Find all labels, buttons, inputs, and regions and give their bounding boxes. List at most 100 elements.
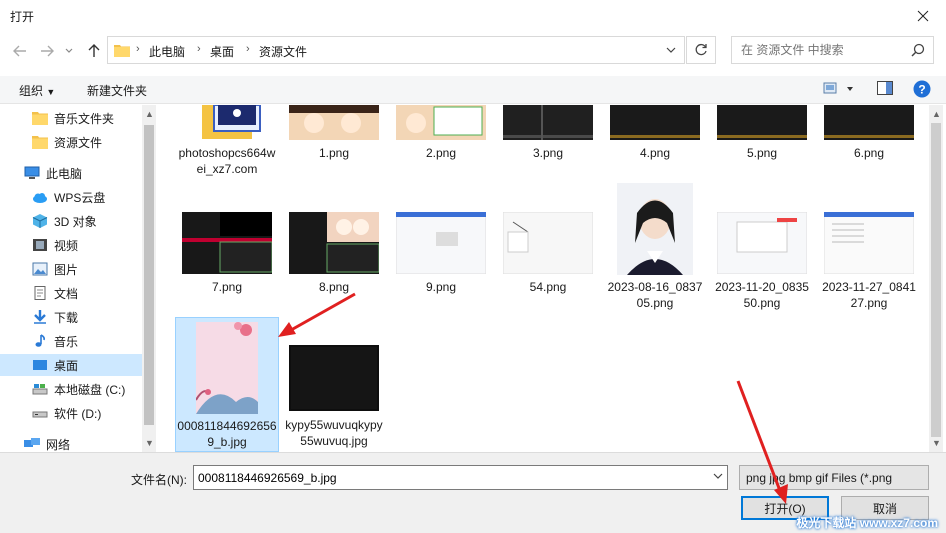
search-icon: [911, 43, 925, 57]
file-item[interactable]: 7.png: [177, 183, 277, 303]
nav-item-downloads[interactable]: 下载: [0, 306, 142, 328]
image-thumbnail: [182, 212, 272, 274]
nav-item-desktop[interactable]: 桌面: [0, 354, 142, 376]
scrollbar-thumb[interactable]: [931, 123, 941, 437]
filename-label: 文件名(N):: [131, 473, 187, 487]
image-thumbnail: [289, 345, 379, 411]
scroll-down-icon[interactable]: ▼: [145, 438, 154, 448]
file-item[interactable]: photoshopcs664wei_xz7.com: [177, 105, 277, 185]
chevron-down-icon: [713, 473, 723, 479]
search-input[interactable]: [732, 37, 902, 63]
content-scrollbar[interactable]: ▲ ▼: [929, 105, 943, 452]
image-thumbnail: [503, 212, 593, 274]
preview-pane-icon: [877, 81, 893, 95]
new-folder-button[interactable]: 新建文件夹: [87, 82, 147, 99]
command-toolbar: 组织 ▼ 新建文件夹 ?: [0, 76, 946, 104]
nav-item-software-d[interactable]: 软件 (D:): [0, 402, 142, 424]
filename-field[interactable]: [193, 465, 728, 490]
breadcrumb-resource-files[interactable]: 资源文件: [259, 43, 307, 60]
image-thumbnail: [717, 212, 807, 274]
nav-label: 音乐文件夹: [54, 111, 115, 126]
file-name: kypy55wuvuqkypy55wuvuq.jpg: [285, 418, 383, 448]
breadcrumb-separator: ›: [136, 43, 140, 55]
dropdown-triangle-icon: ▼: [46, 87, 56, 97]
annotation-arrow-icon: [278, 292, 356, 337]
filename-input[interactable]: [194, 466, 699, 489]
file-item[interactable]: 1.png: [284, 105, 384, 165]
address-bar[interactable]: › 此电脑 › 桌面 › 资源文件: [107, 36, 685, 64]
nav-item-videos[interactable]: 视频: [0, 234, 142, 256]
refresh-icon: [695, 43, 707, 56]
scrollbar-thumb[interactable]: [144, 125, 154, 425]
breadcrumb-desktop[interactable]: 桌面: [210, 43, 234, 60]
cloud-icon: [33, 193, 47, 203]
refresh-button[interactable]: [686, 36, 716, 64]
back-arrow-icon: [13, 45, 26, 57]
file-item-selected[interactable]: 0008118446926569_b.jpg: [175, 317, 279, 452]
file-name: 2.png: [425, 146, 457, 160]
file-item[interactable]: 2023-11-20_083550.png: [712, 183, 812, 323]
file-item[interactable]: 6.png: [819, 105, 919, 165]
view-options-button[interactable]: [823, 81, 853, 100]
image-thumbnail: [503, 105, 593, 140]
navigation-pane: 音乐文件夹 资源文件 此电脑 WPS云盘 3D 对象 视频 图片 文档 下载 音…: [0, 105, 142, 452]
file-name: 4.png: [639, 146, 671, 160]
nav-item-resource-files[interactable]: 资源文件: [0, 131, 142, 153]
nav-label: 桌面: [54, 358, 79, 373]
breadcrumb-separator: ›: [197, 43, 201, 55]
file-item[interactable]: 2.png: [391, 105, 491, 165]
document-icon: [34, 286, 46, 300]
file-item[interactable]: 2023-11-27_084127.png: [819, 183, 919, 323]
up-button[interactable]: [83, 40, 105, 62]
address-dropdown-button[interactable]: [657, 36, 685, 64]
nav-pane-scrollbar[interactable]: ▲ ▼: [142, 105, 156, 452]
annotation-arrow-icon: [736, 380, 788, 504]
file-name: 3.png: [532, 146, 564, 160]
scroll-down-icon[interactable]: ▼: [932, 438, 941, 448]
nav-label: 资源文件: [54, 135, 103, 150]
nav-item-music[interactable]: 音乐: [0, 330, 142, 352]
preview-pane-button[interactable]: [877, 81, 893, 98]
nav-label: 下载: [54, 310, 79, 325]
help-icon: ?: [913, 80, 931, 98]
file-item[interactable]: 9.png: [391, 183, 491, 303]
nav-item-this-pc[interactable]: 此电脑: [0, 162, 142, 184]
recent-locations-button[interactable]: [62, 40, 76, 62]
back-button[interactable]: [9, 40, 31, 62]
window-title: 打开: [10, 10, 35, 24]
file-item[interactable]: 4.png: [605, 105, 705, 165]
nav-item-network[interactable]: 网络: [0, 433, 142, 452]
image-thumbnail: [396, 212, 486, 274]
nav-item-3d-objects[interactable]: 3D 对象: [0, 210, 142, 232]
file-name: 7.png: [211, 280, 243, 294]
image-thumbnail: [396, 105, 486, 140]
scroll-up-icon[interactable]: ▲: [145, 109, 154, 119]
chevron-down-icon: [65, 48, 73, 53]
scroll-up-icon[interactable]: ▲: [932, 109, 941, 119]
breadcrumb-this-pc[interactable]: 此电脑: [149, 43, 185, 60]
file-name: 1.png: [318, 146, 350, 160]
search-box[interactable]: [731, 36, 934, 64]
folder-icon: [114, 45, 130, 57]
file-item[interactable]: 5.png: [712, 105, 812, 165]
nav-item-wps-cloud[interactable]: WPS云盘: [0, 186, 142, 208]
nav-item-pictures[interactable]: 图片: [0, 258, 142, 280]
file-item[interactable]: 8.png: [284, 183, 384, 303]
download-icon: [34, 310, 46, 324]
file-item[interactable]: 2023-08-16_083705.png: [605, 183, 705, 323]
nav-item-local-disk-c[interactable]: 本地磁盘 (C:): [0, 378, 142, 400]
help-button[interactable]: ?: [913, 80, 931, 101]
file-name: photoshopcs664wei_xz7.com: [178, 146, 276, 176]
file-item[interactable]: 54.png: [498, 183, 598, 303]
chevron-down-icon: [666, 47, 676, 53]
nav-item-music-folder[interactable]: 音乐文件夹: [0, 107, 142, 129]
close-button[interactable]: [900, 0, 946, 32]
organize-menu[interactable]: 组织 ▼: [19, 82, 55, 99]
file-item[interactable]: 3.png: [498, 105, 598, 165]
nav-label: 3D 对象: [54, 214, 97, 229]
forward-button[interactable]: [36, 40, 58, 62]
file-name: 2023-08-16_083705.png: [607, 280, 703, 310]
folder-thumbnail: [202, 105, 261, 139]
nav-item-documents[interactable]: 文档: [0, 282, 142, 304]
picture-icon: [32, 262, 48, 276]
